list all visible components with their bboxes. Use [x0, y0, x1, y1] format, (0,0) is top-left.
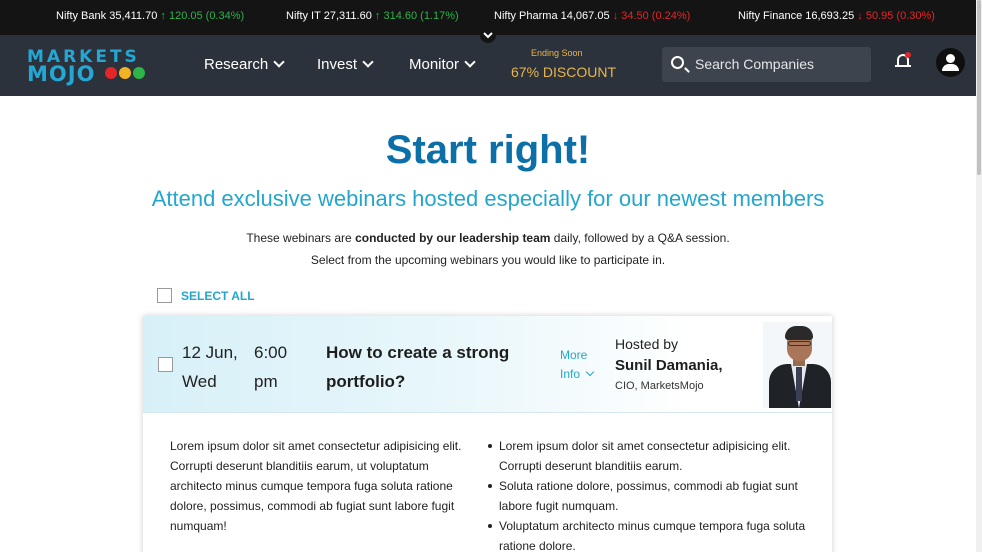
webinar-time-value: 6:00: [254, 343, 288, 362]
select-all-checkbox[interactable]: [157, 288, 172, 303]
logo-amber-dot-icon: [119, 67, 131, 79]
promo-discount-link[interactable]: 67% DISCOUNT: [511, 64, 616, 80]
ticker-collapse-chevron-icon[interactable]: [480, 27, 496, 43]
ticker-name: Nifty Pharma: [494, 10, 558, 22]
webinar-card-header: 12 Jun, Wed 6:00 pm How to create a stro…: [143, 316, 832, 413]
desc-text: daily, followed by a Q&A session.: [550, 231, 730, 245]
logo-red-dot-icon: [105, 67, 117, 79]
select-all-label[interactable]: SELECT ALL: [181, 289, 255, 303]
arrow-down-icon: ↓: [857, 10, 863, 22]
webinar-description-line-1: These webinars are conducted by our lead…: [0, 231, 976, 245]
search-placeholder: Search Companies: [695, 56, 815, 72]
more-info-label: Info: [560, 367, 581, 381]
ticker-value: 35,411.70: [109, 10, 158, 22]
ticker-value: 14,067.05: [560, 10, 610, 22]
logo-line-2: MOJO: [27, 62, 96, 86]
marketsmojo-logo[interactable]: MARKETS MOJO: [27, 47, 152, 86]
webinar-summary: Lorem ipsum dolor sit amet consectetur a…: [170, 439, 462, 533]
ticker-item-nifty-it[interactable]: Nifty IT 27,311.60 ↑ 314.60 (1.17%): [286, 10, 459, 22]
desc-bold-text: conducted by our leadership team: [355, 231, 551, 245]
nav-monitor-menu[interactable]: Monitor: [409, 56, 476, 73]
scrollbar-thumb[interactable]: [977, 0, 981, 175]
list-item: Soluta ratione dolore, possimus, commodi…: [487, 476, 817, 516]
arrow-up-icon: ↑: [160, 10, 166, 22]
ticker-name: Nifty Finance: [738, 10, 803, 22]
nav-research-menu[interactable]: Research: [204, 56, 285, 73]
webinar-select-checkbox[interactable]: [158, 357, 173, 372]
ticker-change: 50.95 (0.30%): [865, 10, 935, 22]
webinar-card: 12 Jun, Wed 6:00 pm How to create a stro…: [143, 316, 832, 552]
ticker-change: 120.05 (0.34%): [168, 10, 245, 22]
host-name: Sunil Damania,: [615, 357, 723, 374]
webinar-date-day: 12 Jun,: [182, 343, 238, 362]
webinar-time: 6:00 pm: [254, 338, 287, 396]
webinar-bullet-list: Lorem ipsum dolor sit amet consectetur a…: [487, 436, 817, 552]
list-item: Voluptatum architecto minus cumque tempo…: [487, 516, 817, 552]
ticker-item-nifty-finance[interactable]: Nifty Finance 16,693.25 ↓ 50.95 (0.30%): [738, 10, 935, 22]
main-navbar: MARKETS MOJO Research Invest Monitor End…: [0, 35, 976, 96]
webinar-title: How to create a strong portfolio?: [326, 343, 510, 391]
notification-bell-icon[interactable]: [894, 52, 912, 72]
search-icon: [671, 56, 684, 69]
ticker-change: 34.50 (0.24%): [621, 10, 691, 22]
host-label: Hosted by: [615, 336, 679, 352]
host-photo: [763, 322, 832, 408]
ticker-value: 16,693.25: [805, 10, 855, 22]
nav-research-label: Research: [204, 56, 269, 73]
more-info-toggle[interactable]: More Info: [560, 346, 595, 384]
ticker-item-nifty-pharma[interactable]: Nifty Pharma 14,067.05 ↓ 34.50 (0.24%): [494, 10, 690, 22]
chevron-down-icon: [585, 367, 595, 377]
host-role: CIO, MarketsMojo: [615, 380, 704, 392]
page: Nifty Bank 35,411.70 ↑ 120.05 (0.34%) Ni…: [0, 0, 982, 552]
arrow-down-icon: ↓: [612, 10, 619, 22]
page-scrollbar[interactable]: [976, 0, 982, 552]
chevron-down-icon: [362, 56, 374, 68]
more-info-label: More: [560, 348, 588, 362]
company-search-input[interactable]: Search Companies: [662, 47, 871, 82]
promo-ending-soon[interactable]: Ending Soon: [531, 48, 583, 58]
ticker-change: 314.60 (1.17%): [383, 10, 459, 22]
desc-text: These webinars are: [246, 231, 356, 245]
webinar-time-period: pm: [254, 372, 278, 391]
list-item: Lorem ipsum dolor sit amet consectetur a…: [487, 436, 817, 476]
nav-invest-menu[interactable]: Invest: [317, 56, 374, 73]
user-avatar-icon[interactable]: [936, 48, 965, 77]
ticker-value: 27,311.60: [323, 10, 372, 22]
notification-dot: [905, 52, 911, 58]
nav-monitor-label: Monitor: [409, 56, 460, 73]
webinar-date: 12 Jun, Wed: [182, 338, 238, 396]
logo-green-dot-icon: [133, 67, 145, 79]
ticker-name: Nifty IT: [286, 10, 321, 22]
nav-invest-label: Invest: [317, 56, 358, 73]
ticker-item-nifty-bank[interactable]: Nifty Bank 35,411.70 ↑ 120.05 (0.34%): [56, 10, 244, 22]
ticker-name: Nifty Bank: [56, 10, 107, 22]
chevron-down-icon: [273, 56, 285, 68]
chevron-down-icon: [464, 56, 476, 68]
webinar-date-weekday: Wed: [182, 372, 217, 391]
webinar-description-line-2: Select from the upcoming webinars you wo…: [310, 253, 666, 267]
page-title: Start right!: [385, 128, 591, 172]
page-subtitle: Attend exclusive webinars hosted especia…: [151, 186, 825, 211]
arrow-up-icon: ↑: [374, 10, 381, 22]
